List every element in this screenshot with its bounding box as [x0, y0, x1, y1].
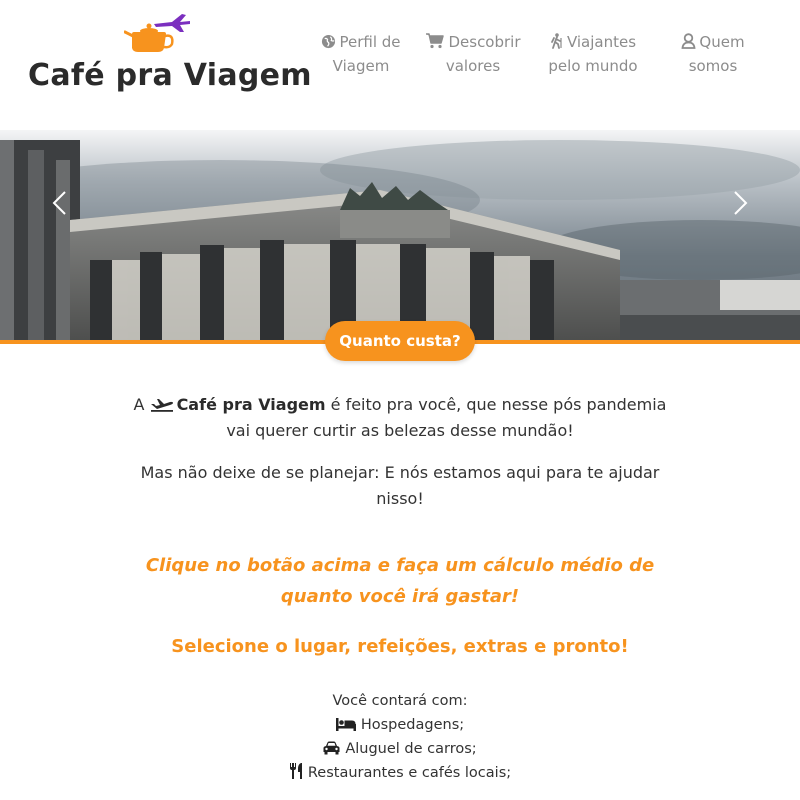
chevron-right-icon	[734, 191, 748, 215]
nav-label-line1: Perfil de	[339, 33, 401, 51]
nav-label-line2: pelo mundo	[548, 57, 638, 75]
nav-item-viajantes-pelo-mundo[interactable]: Viajantes pelo mundo	[540, 30, 646, 78]
quanto-custa-button[interactable]: Quanto custa?	[325, 321, 475, 361]
bed-icon	[335, 718, 356, 731]
hero-carousel	[0, 130, 800, 340]
hero-image	[0, 130, 800, 340]
list-item: Restaurantes e cafés locais;	[0, 761, 800, 785]
main-content: A Café pra Viagem é feito pra você, que …	[0, 392, 800, 785]
feature-label: Aluguel de carros;	[345, 741, 477, 757]
chevron-left-icon	[52, 191, 66, 215]
list-item: Hospedagens;	[0, 713, 800, 737]
nav-label-line2: Viagem	[332, 57, 390, 75]
brand-name: Café pra Viagem	[28, 58, 312, 93]
utensils-icon	[289, 763, 302, 779]
cart-icon	[426, 33, 445, 49]
user-icon	[681, 33, 696, 49]
features-title: Você contará com:	[332, 693, 468, 709]
intro-prefix: A	[133, 395, 150, 414]
feature-label: Restaurantes e cafés locais;	[307, 765, 512, 781]
nav-item-perfil-de-viagem[interactable]: Perfil de Viagem	[308, 30, 414, 78]
nav-item-quem-somos[interactable]: Quem somos	[660, 30, 766, 78]
plane-departure-icon	[150, 399, 173, 412]
intro-brand: Café pra Viagem	[176, 395, 326, 414]
nav-label-line1: Descobrir	[448, 33, 521, 51]
cta-hint: Clique no botão acima e faça um cálculo …	[145, 555, 655, 607]
feature-label: Hospedagens;	[360, 717, 465, 733]
carousel-prev[interactable]	[45, 188, 75, 218]
site-header: Café pra Viagem Perfil de Viagem Descobr…	[0, 0, 800, 130]
nav-label-line2: valores	[445, 57, 501, 75]
teapot-plane-icon	[124, 14, 190, 52]
nav-label-line1: Quem	[699, 33, 745, 51]
list-item: Aluguel de carros;	[0, 737, 800, 761]
nav-label-line1: Viajantes	[566, 33, 637, 51]
car-icon	[323, 741, 340, 755]
main-nav: Perfil de Viagem Descobrir valores Viaja…	[308, 30, 800, 90]
intro-paragraph-2: Mas não deixe de se planejar: E nós esta…	[140, 463, 660, 508]
logo[interactable]: Café pra Viagem	[28, 12, 312, 112]
carousel-next[interactable]	[725, 188, 755, 218]
nav-item-descobrir-valores[interactable]: Descobrir valores	[420, 30, 526, 78]
nav-label-line2: somos	[688, 57, 738, 75]
globe-icon	[322, 34, 336, 49]
select-hint: Selecione o lugar, refeições, extras e p…	[171, 636, 629, 657]
intro-paragraph-1: A Café pra Viagem é feito pra você, que …	[120, 392, 680, 444]
features-list: Você contará com: Hospedagens; Aluguel d…	[0, 689, 800, 785]
hiker-icon	[551, 33, 562, 49]
intro-text: A Café pra Viagem é feito pra você, que …	[120, 392, 680, 512]
